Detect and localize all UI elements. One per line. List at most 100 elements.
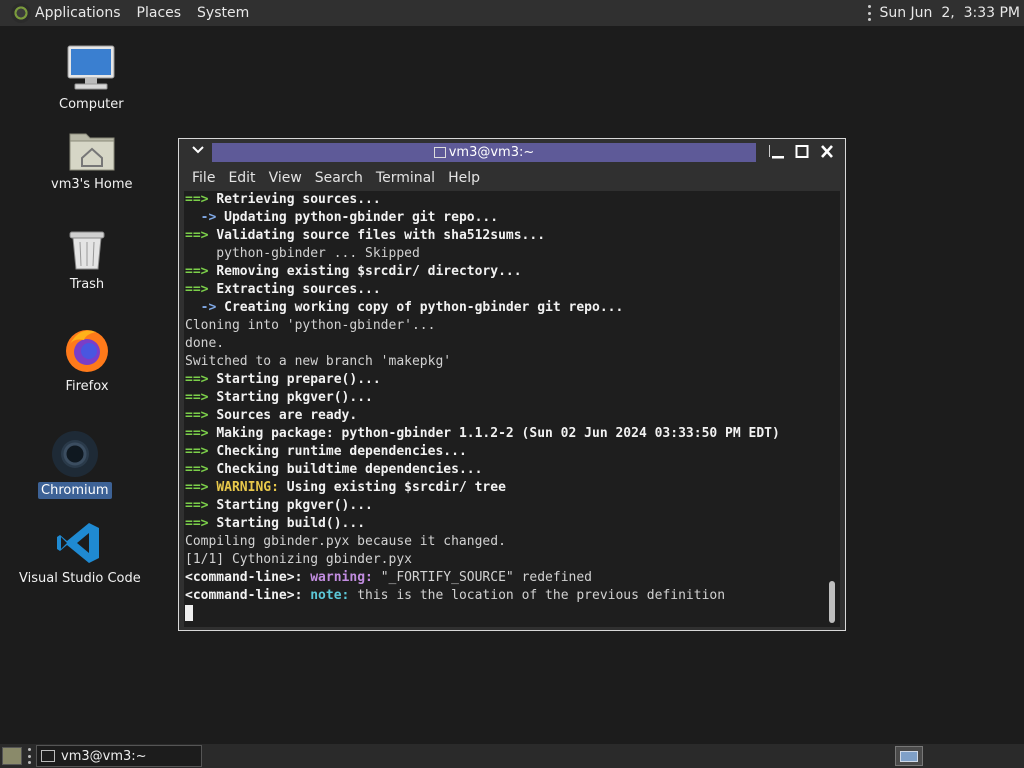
menu-search[interactable]: Search — [315, 170, 363, 186]
terminal-line: ==> Removing existing $srcdir/ directory… — [185, 263, 780, 281]
terminal-line-segment: done. — [185, 336, 225, 351]
title-bar[interactable]: vm3@vm3:~ — [179, 139, 845, 165]
terminal-line-segment: ==> — [185, 228, 217, 243]
clock-area: Sun Jun 2, 3:33 PM — [868, 0, 1020, 26]
terminal-line: <command-line>: warning: "_FORTIFY_SOURC… — [185, 569, 780, 587]
terminal-line-segment: ==> — [185, 462, 217, 477]
terminal-line-segment: Starting pkgver()... — [216, 498, 373, 513]
desktop-icon-label: Trash — [69, 277, 105, 292]
desktop-icon-label: vm3's Home — [51, 177, 133, 192]
panel-separator — [28, 748, 31, 764]
places-menu[interactable]: Places — [137, 5, 182, 21]
terminal-line-segment: Removing existing $srcdir/ directory... — [216, 264, 522, 279]
terminal-line-segment: ==> — [185, 408, 217, 423]
menu-help[interactable]: Help — [448, 170, 480, 186]
terminal-line-segment: Compiling gbinder.pyx because it changed… — [185, 534, 506, 549]
terminal-line-segment: Cloning into 'python-gbinder'... — [185, 318, 436, 333]
terminal-line-segment: python-gbinder ... Skipped — [185, 246, 420, 261]
desktop-icon-vscode[interactable]: Visual Studio Code — [16, 520, 144, 587]
top-panel: Applications Places System Sun Jun 2, 3:… — [0, 0, 1024, 26]
terminal-line-segment: ==> — [185, 480, 217, 495]
menu-terminal[interactable]: Terminal — [376, 170, 435, 186]
terminal-line: Compiling gbinder.pyx because it changed… — [185, 533, 780, 551]
terminal-line-segment: Making package: python-gbinder 1.1.2-2 (… — [216, 426, 780, 441]
desktop-icon-home[interactable]: vm3's Home — [48, 128, 136, 193]
terminal-line: ==> Making package: python-gbinder 1.1.2… — [185, 425, 780, 443]
desktop-icon-label: Chromium — [38, 482, 112, 499]
bottom-panel: vm3@vm3:~ — [0, 744, 1024, 768]
window-title[interactable]: vm3@vm3:~ — [212, 143, 756, 162]
terminal-line: ==> Starting pkgver()... — [185, 497, 780, 515]
minimize-button[interactable] — [769, 144, 787, 160]
chromium-icon — [51, 431, 98, 477]
terminal-line: ==> Starting pkgver()... — [185, 389, 780, 407]
terminal-line: ==> Extracting sources... — [185, 281, 780, 299]
terminal-line-segment: <command-line>: — [185, 570, 303, 585]
scrollbar-thumb[interactable] — [829, 581, 835, 623]
desktop-icon-label: Computer — [59, 97, 124, 112]
maximize-icon — [795, 145, 809, 158]
terminal-line-segment: Extracting sources... — [216, 282, 381, 297]
terminal-line: <command-line>: note: this is the locati… — [185, 587, 780, 605]
menu-view[interactable]: View — [269, 170, 302, 186]
terminal-line-segment: Starting pkgver()... — [216, 390, 373, 405]
terminal-output[interactable]: ==> Retrieving sources... -> Updating py… — [184, 191, 840, 627]
menu-edit[interactable]: Edit — [228, 170, 255, 186]
terminal-line-segment: Checking buildtime dependencies... — [216, 462, 483, 477]
terminal-line-segment: Switched to a new branch 'makepkg' — [185, 354, 452, 369]
terminal-line-segment: ==> — [185, 192, 217, 207]
terminal-line-segment: Retrieving sources... — [216, 192, 381, 207]
menu-file[interactable]: File — [192, 170, 215, 186]
desktop-icon-computer[interactable]: Computer — [56, 44, 127, 113]
terminal-line-segment: Starting build()... — [216, 516, 366, 531]
terminal-line: [1/1] Cythonizing gbinder.pyx — [185, 551, 780, 569]
terminal-line-segment: -> — [185, 300, 225, 315]
terminal-line: ==> Checking runtime dependencies... — [185, 443, 780, 461]
terminal-line-segment: ==> — [185, 282, 217, 297]
workspace-switcher[interactable] — [895, 746, 923, 766]
minimize-icon — [772, 156, 784, 159]
terminal-line-segment: ==> — [185, 498, 217, 513]
show-desktop-button[interactable] — [2, 747, 22, 765]
applications-menu[interactable]: Applications — [0, 0, 137, 26]
terminal-lines: ==> Retrieving sources... -> Updating py… — [185, 191, 780, 624]
terminal-line-segment: ==> — [185, 372, 217, 387]
desktop-icon-chromium[interactable]: Chromium — [38, 428, 112, 499]
terminal-line-segment: ==> — [185, 264, 217, 279]
chevron-down-icon — [192, 146, 204, 154]
terminal-line-segment: "_FORTIFY_SOURCE" redefined — [380, 570, 593, 585]
text-cursor — [185, 605, 193, 621]
terminal-icon — [433, 147, 446, 158]
terminal-line: Switched to a new branch 'makepkg' — [185, 353, 780, 371]
terminal-line-segment: <command-line>: — [185, 588, 303, 603]
terminal-line-segment: Updating python-gbinder git repo... — [224, 210, 499, 225]
trash-icon — [69, 231, 105, 270]
taskbar-item-terminal[interactable]: vm3@vm3:~ — [36, 745, 202, 767]
vscode-icon — [56, 523, 99, 563]
panel-separator — [868, 5, 872, 21]
terminal-line-segment: ==> — [185, 516, 217, 531]
desktop-icon-trash[interactable]: Trash — [66, 228, 108, 293]
close-icon — [821, 145, 833, 158]
maximize-button[interactable] — [793, 144, 811, 160]
terminal-line-segment: [1/1] Cythonizing gbinder.pyx — [185, 552, 412, 567]
mate-logo-icon — [11, 3, 31, 23]
terminal-window[interactable]: vm3@vm3:~ File Edit View Search Terminal… — [178, 138, 846, 631]
terminal-line-segment: -> — [185, 210, 225, 225]
terminal-line: ==> Starting build()... — [185, 515, 780, 533]
clock[interactable]: Sun Jun 2, 3:33 PM — [879, 5, 1020, 21]
home-folder-icon — [69, 133, 115, 171]
terminal-line: ==> Checking buildtime dependencies... — [185, 461, 780, 479]
close-button[interactable] — [818, 144, 836, 160]
system-menu[interactable]: System — [197, 5, 249, 21]
window-title-text: vm3@vm3:~ — [448, 145, 535, 160]
applications-menu-label[interactable]: Applications — [35, 5, 121, 21]
scrollbar[interactable] — [827, 191, 837, 627]
window-menu-button[interactable] — [186, 144, 210, 160]
desktop-icon-firefox[interactable]: Firefox — [62, 326, 112, 395]
firefox-icon — [66, 330, 108, 372]
terminal-line-segment: WARNING: — [216, 480, 279, 495]
terminal-line: -> Creating working copy of python-gbind… — [185, 299, 780, 317]
terminal-line-segment: note: — [302, 588, 358, 603]
computer-icon — [67, 45, 115, 90]
